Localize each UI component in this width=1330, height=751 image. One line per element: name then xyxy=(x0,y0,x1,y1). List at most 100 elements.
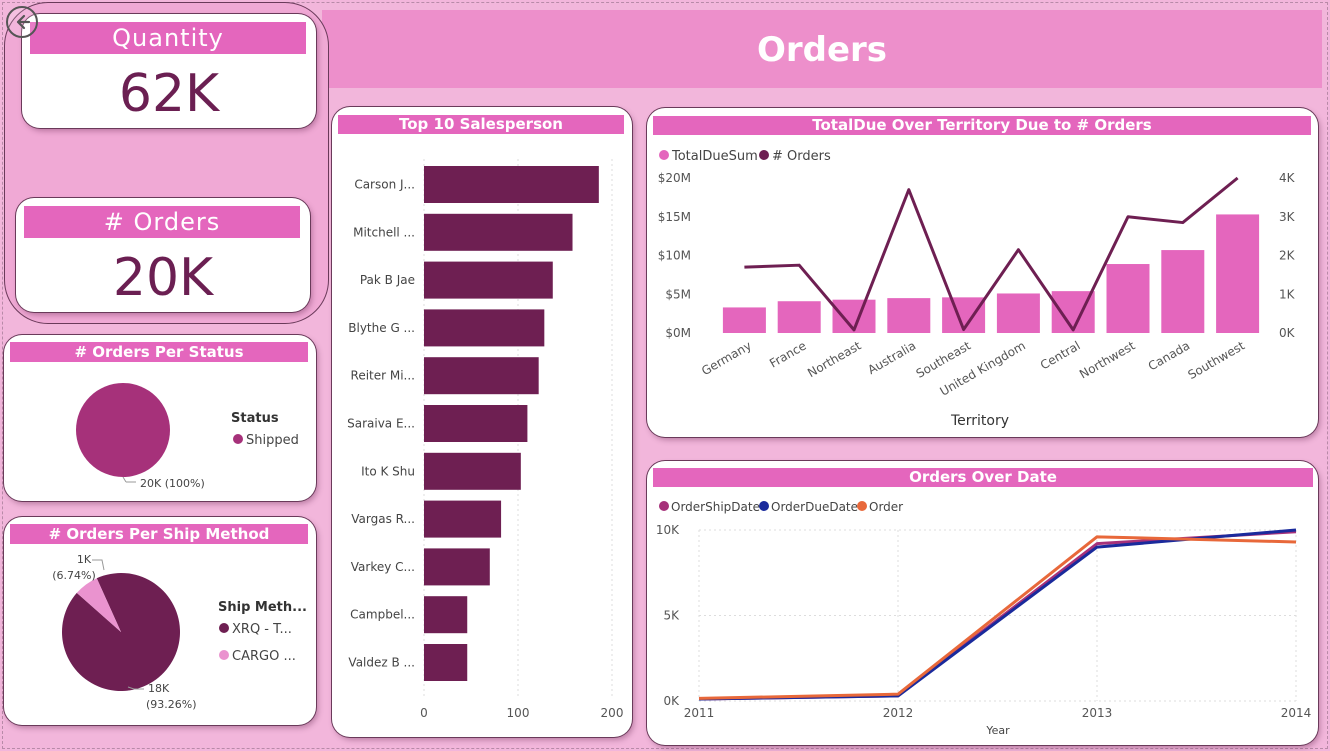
legend-marker-duedate xyxy=(759,501,769,511)
sp-x-tick: 200 xyxy=(601,706,624,720)
status-pie-card[interactable]: # Orders Per Status 20K (100%) Status Sh… xyxy=(4,335,316,501)
sp-category-label: Saraiva E... xyxy=(347,417,415,431)
legend-marker-order xyxy=(857,501,867,511)
legend-marker-cargo xyxy=(219,650,229,660)
ship-legend-title: Ship Meth... xyxy=(218,600,307,615)
ship-method-pie-card[interactable]: # Orders Per Ship Method 1K (6.74%) 18K … xyxy=(4,517,316,725)
legend-marker-totaldue xyxy=(659,150,669,160)
terr-y-right-tick: 2K xyxy=(1279,249,1296,263)
terr-bar[interactable] xyxy=(996,293,1040,333)
legend-label-orders[interactable]: # Orders xyxy=(772,149,831,164)
sp-x-tick: 100 xyxy=(507,706,530,720)
terr-bar[interactable] xyxy=(1106,264,1150,333)
title-banner: Orders xyxy=(322,10,1322,88)
terr-bar[interactable] xyxy=(1161,250,1205,333)
terr-y-left-tick: $5M xyxy=(665,287,691,301)
sp-bar[interactable] xyxy=(424,261,553,299)
sp-category-label: Varkey C... xyxy=(351,560,415,574)
date-y-tick: 5K xyxy=(663,609,680,623)
ship-method-pie-chart: 1K (6.74%) 18K (93.26%) Ship Meth... XRQ… xyxy=(52,553,307,711)
terr-y-left-tick: $15M xyxy=(658,210,691,224)
legend-label-totaldue[interactable]: TotalDueSum xyxy=(671,149,758,164)
date-x-axis-title: Year xyxy=(985,724,1010,737)
terr-bar[interactable] xyxy=(777,301,821,333)
quantity-card[interactable]: Quantity 62K xyxy=(22,14,316,128)
legend-label-xrq[interactable]: XRQ - T... xyxy=(232,622,292,637)
salesperson-bar-chart: 0 100 200 Carson J... Mitchell ... Pak B Jae B… xyxy=(347,159,624,720)
legend-label-duedate[interactable]: OrderDueDate xyxy=(771,500,858,514)
territory-combo-card[interactable]: TotalDue Over Territory Due to # Orders … xyxy=(647,108,1318,437)
terr-y-left-tick: $10M xyxy=(658,249,691,263)
sp-category-label: Vargas R... xyxy=(351,512,415,526)
date-y-tick: 10K xyxy=(656,523,680,537)
orders-card[interactable]: # Orders 20K xyxy=(16,198,310,312)
legend-marker-shipdate xyxy=(659,501,669,511)
back-arrow-glyph xyxy=(16,14,31,30)
back-arrow-icon[interactable] xyxy=(6,6,38,38)
terr-bar[interactable] xyxy=(722,307,766,333)
terr-x-tick: Southwest xyxy=(1186,338,1248,382)
terr-y-right-tick: 0K xyxy=(1279,326,1296,340)
date-x-tick: 2011 xyxy=(684,706,715,720)
ship-large-label-top: 18K xyxy=(148,682,170,695)
terr-y-right-tick: 4K xyxy=(1279,171,1296,185)
ship-small-label-top: 1K xyxy=(77,553,92,566)
legend-marker-xrq xyxy=(219,623,229,633)
sp-category-label: Reiter Mi... xyxy=(351,369,415,383)
legend-label-cargo[interactable]: CARGO ... xyxy=(232,649,296,664)
territory-combo-chart: TotalDueSum # Orders Territory $0M $5M $10… xyxy=(658,149,1296,429)
date-x-tick: 2012 xyxy=(883,706,914,720)
terr-bar[interactable] xyxy=(1216,214,1260,333)
terr-bar[interactable] xyxy=(887,298,931,333)
legend-label-shipdate[interactable]: OrderShipDate xyxy=(671,500,760,514)
sp-bar[interactable] xyxy=(424,213,573,251)
sp-category-label: Blythe G ... xyxy=(348,321,415,335)
orders-value: 20K xyxy=(112,248,214,308)
status-legend-title: Status xyxy=(231,411,279,426)
sp-bar[interactable] xyxy=(424,309,545,347)
ship-small-label-bottom: (6.74%) xyxy=(52,569,96,582)
terr-y-right-tick: 3K xyxy=(1279,210,1296,224)
terr-x-tick: France xyxy=(767,338,809,370)
terr-x-tick: Australia xyxy=(865,338,918,377)
terr-y-right-tick: 1K xyxy=(1279,287,1296,301)
sp-category-label: Carson J... xyxy=(354,178,415,192)
orders-date-card[interactable]: Orders Over Date OrderShipDate OrderDueD… xyxy=(647,461,1318,745)
quantity-label: Quantity xyxy=(30,22,306,54)
quantity-value: 62K xyxy=(118,64,220,124)
terr-x-tick: Northwest xyxy=(1077,338,1138,381)
sp-category-label: Campbel... xyxy=(350,608,415,622)
terr-y-left-tick: $20M xyxy=(658,171,691,185)
date-series-line-2[interactable] xyxy=(698,535,1297,700)
status-pie-chart: 20K (100%) Status Shipped xyxy=(76,383,299,490)
sp-bar[interactable] xyxy=(424,452,521,490)
terr-x-tick: Northeast xyxy=(805,338,864,380)
status-pie-leader xyxy=(122,476,127,483)
date-x-tick: 2013 xyxy=(1082,706,1113,720)
page-title: Orders xyxy=(756,30,888,70)
terr-x-tick: Canada xyxy=(1146,338,1193,373)
legend-marker-shipped xyxy=(233,434,243,444)
legend-marker-orders xyxy=(759,150,769,160)
sp-bar[interactable] xyxy=(424,644,468,681)
sp-category-label: Pak B Jae xyxy=(360,273,415,287)
sp-bar[interactable] xyxy=(424,548,490,586)
date-y-tick: 0K xyxy=(663,694,680,708)
sp-x-tick: 0 xyxy=(420,706,428,720)
sp-bar[interactable] xyxy=(424,596,468,634)
sp-bar[interactable] xyxy=(424,357,539,395)
sp-category-label: Valdez B ... xyxy=(348,656,415,670)
status-pie-data-label: 20K (100%) xyxy=(140,477,205,490)
date-x-tick: 2014 xyxy=(1281,706,1312,720)
pie-slice-shipped[interactable] xyxy=(76,383,170,477)
sp-bar[interactable] xyxy=(424,166,599,203)
sp-bar[interactable] xyxy=(424,500,502,538)
legend-label-order[interactable]: Order xyxy=(869,500,903,514)
sp-category-label: Ito K Shu xyxy=(361,464,415,478)
orders-date-chart: OrderShipDate OrderDueDate Order Year 0K… xyxy=(656,500,1312,737)
salesperson-bar-card[interactable]: Top 10 Salesperson 0 100 200 Carson J... Mit… xyxy=(332,107,632,737)
sp-bar[interactable] xyxy=(424,405,528,442)
terr-x-tick: Germany xyxy=(699,338,754,378)
legend-label-shipped[interactable]: Shipped xyxy=(246,433,299,448)
ship-large-label-bottom: (93.26%) xyxy=(146,698,197,711)
